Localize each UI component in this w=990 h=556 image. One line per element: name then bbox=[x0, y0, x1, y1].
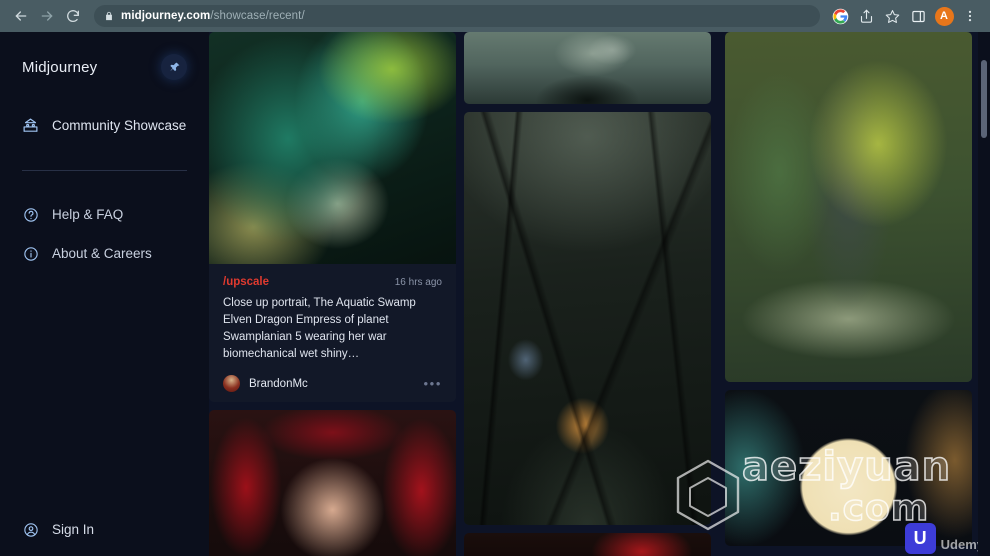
gallery-card-red-hooded-green-eyes[interactable] bbox=[209, 410, 456, 556]
artwork-image bbox=[209, 32, 456, 264]
author-avatar bbox=[223, 375, 240, 392]
sidebar-item-label: About & Careers bbox=[52, 246, 152, 261]
profile-avatar[interactable]: A bbox=[932, 4, 956, 28]
info-circle-icon bbox=[22, 245, 39, 262]
prompt-text: Close up portrait, The Aquatic Swamp Elv… bbox=[223, 297, 416, 360]
sidebar-item-label: Help & FAQ bbox=[52, 207, 124, 222]
author[interactable]: BrandonMc bbox=[223, 375, 308, 392]
lock-icon bbox=[104, 10, 114, 22]
sidebar-item-about-careers[interactable]: About & Careers bbox=[22, 234, 187, 273]
reload-icon bbox=[67, 10, 79, 22]
artwork-image bbox=[725, 32, 972, 382]
browser-menu-button[interactable] bbox=[958, 4, 982, 28]
timestamp: 16 hrs ago bbox=[394, 276, 442, 288]
udemy-watermark: U Udemy bbox=[904, 523, 984, 554]
forward-button[interactable] bbox=[34, 3, 60, 29]
gallery-card-aquatic-swamp-elven-empress[interactable]: /upscale 16 hrs ago Close up portrait, T… bbox=[209, 32, 456, 402]
sidebar-item-community-showcase[interactable]: Community Showcase bbox=[22, 108, 187, 142]
sidebar: Midjourney Community Showcase Help & FAQ… bbox=[0, 32, 209, 556]
share-icon[interactable] bbox=[854, 4, 878, 28]
sidebar-secondary-nav: Help & FAQ About & Careers bbox=[22, 195, 187, 273]
brand-title: Midjourney bbox=[22, 58, 98, 76]
kebab-menu-icon bbox=[968, 10, 972, 22]
gallery-card-dark-red-artwork[interactable] bbox=[464, 533, 711, 556]
artwork-image bbox=[464, 112, 711, 525]
sidebar-item-label: Community Showcase bbox=[52, 117, 187, 133]
udemy-logo-icon: U bbox=[904, 523, 936, 554]
sidebar-primary-nav: Community Showcase bbox=[22, 108, 187, 142]
card-info-header: /upscale 16 hrs ago bbox=[223, 276, 442, 288]
page-scrollbar[interactable] bbox=[978, 32, 990, 556]
sign-in-label: Sign In bbox=[52, 522, 95, 537]
back-arrow-icon bbox=[15, 11, 27, 21]
artwork-image bbox=[464, 32, 711, 104]
address-bar[interactable]: midjourney.com/showcase/recent/ bbox=[94, 5, 820, 27]
gallery-column-3 bbox=[725, 32, 972, 556]
url-path: /showcase/recent/ bbox=[210, 10, 305, 22]
user-circle-icon bbox=[22, 521, 39, 538]
side-panel-icon[interactable] bbox=[906, 4, 930, 28]
artwork-image bbox=[464, 533, 711, 556]
address-bar-text: midjourney.com/showcase/recent/ bbox=[121, 10, 305, 22]
card-more-button[interactable]: ••• bbox=[424, 377, 442, 390]
sidebar-divider bbox=[22, 170, 187, 171]
sidebar-item-help-faq[interactable]: Help & FAQ bbox=[22, 195, 187, 234]
gallery-column-1: /upscale 16 hrs ago Close up portrait, T… bbox=[209, 32, 456, 556]
forward-arrow-icon bbox=[41, 11, 53, 21]
community-icon bbox=[22, 117, 39, 134]
back-button[interactable] bbox=[8, 3, 34, 29]
reload-button[interactable] bbox=[60, 3, 86, 29]
sign-in-button[interactable]: Sign In bbox=[22, 521, 94, 538]
pin-icon[interactable] bbox=[161, 54, 187, 80]
toolbar-actions: A bbox=[828, 4, 982, 28]
bookmark-star-icon[interactable] bbox=[880, 4, 904, 28]
card-info-footer: BrandonMc ••• bbox=[223, 375, 442, 392]
scrollbar-thumb[interactable] bbox=[981, 60, 987, 138]
browser-toolbar: midjourney.com/showcase/recent/ A bbox=[0, 0, 990, 32]
gallery-card-forest-ritual-campfire[interactable] bbox=[464, 112, 711, 525]
help-circle-icon bbox=[22, 206, 39, 223]
sidebar-header: Midjourney bbox=[22, 32, 187, 98]
gallery-card-misty-lily-pads[interactable] bbox=[464, 32, 711, 104]
author-name: BrandonMc bbox=[249, 377, 308, 390]
gallery-card-jungle-mech-robot[interactable] bbox=[725, 32, 972, 382]
showcase-gallery: /upscale 16 hrs ago Close up portrait, T… bbox=[209, 32, 990, 556]
avatar: A bbox=[934, 6, 954, 26]
card-info: /upscale 16 hrs ago Close up portrait, T… bbox=[209, 264, 456, 402]
page-content: Midjourney Community Showcase Help & FAQ… bbox=[0, 32, 990, 556]
google-account-icon[interactable] bbox=[828, 4, 852, 28]
url-host: midjourney.com bbox=[121, 10, 211, 22]
command-badge: /upscale bbox=[223, 276, 270, 288]
gallery-column-2 bbox=[464, 32, 711, 556]
artwork-image bbox=[209, 410, 456, 556]
